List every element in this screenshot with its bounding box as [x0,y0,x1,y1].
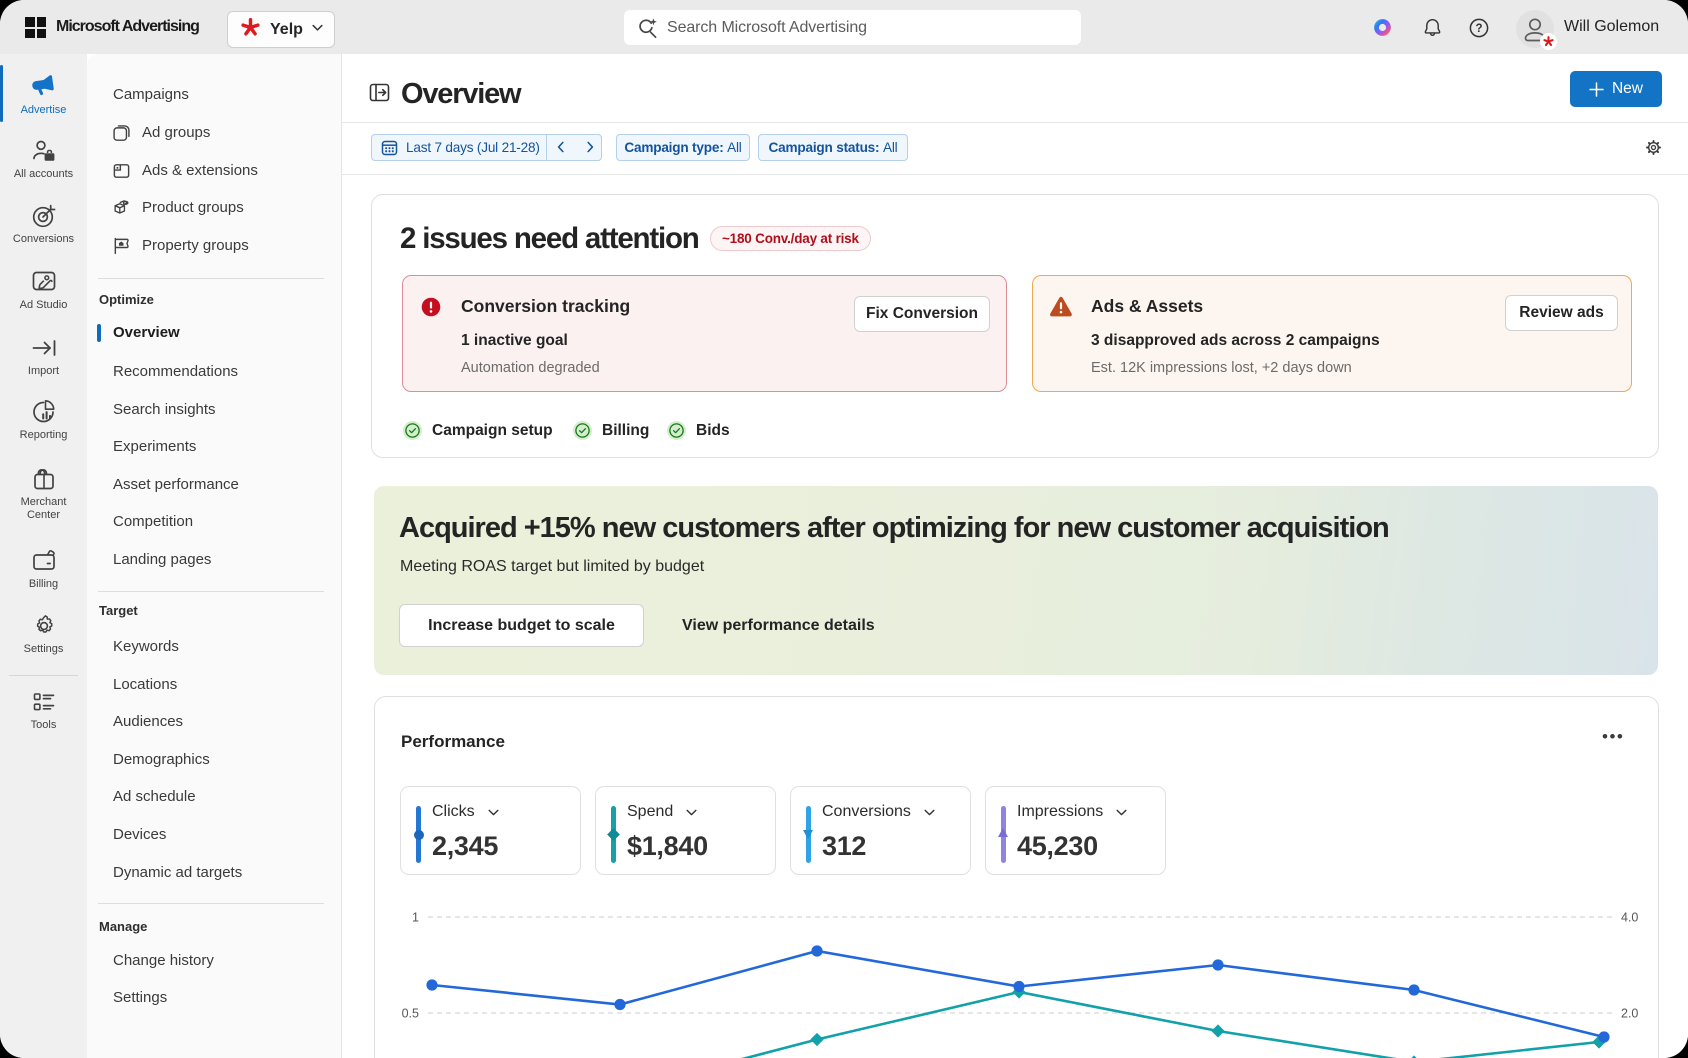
svg-text:2.0: 2.0 [1621,1007,1638,1021]
svg-text:4.0: 4.0 [1621,911,1638,925]
svg-text:?: ? [1475,23,1482,35]
svg-text:1: 1 [412,911,419,925]
svg-text:0.5: 0.5 [402,1007,419,1021]
